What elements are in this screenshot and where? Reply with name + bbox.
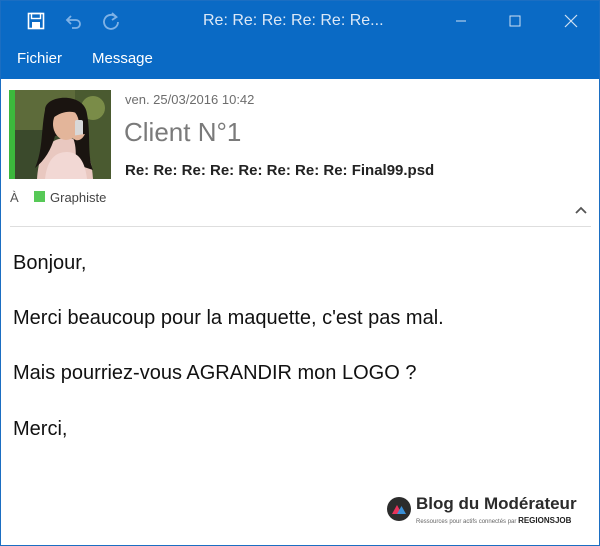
watermark-name: Blog du Modérateur: [416, 494, 577, 513]
sender-name[interactable]: Client N°1: [124, 117, 241, 148]
brand-logo-icon: [386, 496, 412, 522]
redo-icon[interactable]: [100, 10, 122, 32]
category-label[interactable]: Graphiste: [50, 190, 106, 205]
watermark: Blog du Modérateur Ressources pour actif…: [384, 494, 584, 526]
menu-message[interactable]: Message: [92, 50, 153, 67]
mail-window: Re: Re: Re: Re: Re: Re... Fichier Messag…: [0, 0, 600, 546]
chevron-up-icon[interactable]: [573, 203, 589, 217]
body-line: Merci,: [13, 418, 68, 440]
close-icon[interactable]: [558, 9, 584, 33]
title-bar: Re: Re: Re: Re: Re: Re...: [1, 1, 599, 41]
body-line: Bonjour,: [13, 252, 87, 274]
message-date: ven. 25/03/2016 10:42: [125, 92, 255, 107]
category-color-square: [34, 191, 45, 202]
watermark-tagline-brand: REGIONSJOB: [518, 516, 572, 525]
menu-fichier[interactable]: Fichier: [17, 50, 62, 67]
header-divider: [10, 226, 591, 227]
maximize-icon[interactable]: [502, 9, 528, 33]
undo-icon[interactable]: [62, 10, 84, 32]
watermark-tagline-text: Ressources pour actifs connectés par: [416, 519, 517, 525]
body-line: Mais pourriez-vous AGRANDIR mon LOGO ?: [13, 362, 417, 384]
watermark-tagline: Ressources pour actifs connectés par REG…: [416, 516, 571, 525]
ribbon-menu: Fichier Message: [1, 41, 599, 79]
to-label: À: [10, 190, 19, 205]
body-line: Merci beaucoup pour la maquette, c'est p…: [13, 307, 444, 329]
save-icon[interactable]: [25, 10, 47, 32]
minimize-icon[interactable]: [448, 9, 474, 33]
sender-avatar[interactable]: [15, 90, 111, 179]
window-title: Re: Re: Re: Re: Re: Re...: [203, 12, 384, 29]
message-subject: Re: Re: Re: Re: Re: Re: Re: Re: Final99.…: [125, 162, 435, 179]
message-header: ven. 25/03/2016 10:42 Client N°1 Re: Re:…: [1, 79, 599, 227]
